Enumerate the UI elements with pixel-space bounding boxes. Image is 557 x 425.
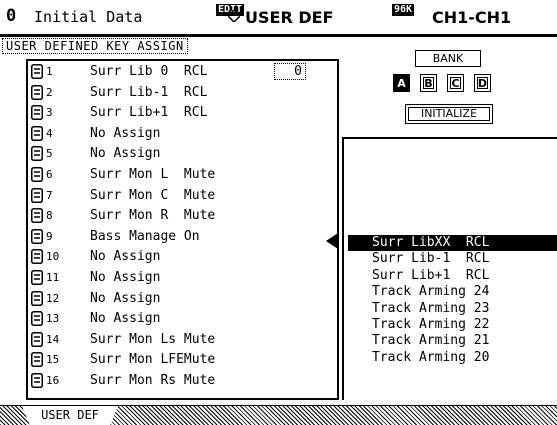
- assign-label: No Assign: [90, 270, 161, 285]
- document-icon: [31, 270, 43, 285]
- scene-title: Initial Data: [34, 8, 143, 26]
- function-list[interactable]: Surr LibXX RCL Surr Lib-1 RCL Surr Lib+1 R…: [342, 137, 557, 400]
- function-item[interactable]: Surr Lib+1 RCL: [348, 268, 557, 284]
- pointer-left-icon: [326, 233, 338, 249]
- assign-label: Surr Mon C Mute: [90, 187, 216, 203]
- assign-number: 4: [46, 126, 53, 140]
- function-item[interactable]: Track Arming 24: [348, 284, 557, 300]
- assign-label: Surr Lib 0 RCL: [90, 64, 208, 79]
- assign-label: Surr Mon Rs Mute: [90, 373, 216, 388]
- document-icon: [31, 84, 43, 100]
- bank-button-c[interactable]: C: [447, 74, 464, 92]
- assign-number: 15: [46, 353, 60, 367]
- document-icon: [31, 146, 43, 162]
- assign-label: No Assign: [90, 290, 161, 306]
- function-item[interactable]: Track Arming 23: [348, 301, 557, 317]
- key-assign-list: 1 Surr Lib 0 RCL 2 Surr Lib-1 RCL 3 Surr Lib+…: [26, 59, 339, 400]
- bank-button-b[interactable]: B: [420, 74, 437, 92]
- assign-number: 14: [46, 332, 60, 346]
- document-icon: [31, 167, 43, 182]
- document-icon: [31, 331, 43, 347]
- assign-label: Surr Lib+1 RCL: [90, 105, 208, 121]
- bank-label: BANK: [415, 50, 481, 67]
- assign-number: 9: [46, 229, 53, 243]
- assign-number: 2: [46, 85, 53, 99]
- section-label: USER DEFINED KEY ASSIGN: [2, 38, 188, 54]
- initialize-button[interactable]: INITIALIZE: [405, 104, 493, 124]
- document-icon: [31, 105, 43, 121]
- assign-label: No Assign: [90, 125, 161, 141]
- document-icon: [31, 373, 43, 388]
- assign-number: 1: [46, 65, 53, 78]
- header-bar: 0 Initial Data EDIT USER DEF 96K CH1-CH1: [0, 0, 557, 37]
- assign-label: No Assign: [90, 146, 161, 162]
- assign-label: Surr Mon R Mute: [90, 208, 216, 224]
- tab-divider: [0, 405, 557, 406]
- assign-label: Surr Lib-1 RCL: [90, 84, 208, 100]
- assign-label: Bass Manage On: [90, 228, 200, 244]
- assign-number: 13: [46, 312, 60, 326]
- assign-label: No Assign: [90, 311, 161, 327]
- function-item[interactable]: Track Arming 20: [348, 350, 557, 366]
- document-icon: [31, 64, 43, 79]
- assign-label: Surr Mon Ls Mute: [90, 331, 216, 347]
- bank-button-a[interactable]: A: [393, 74, 410, 92]
- document-icon: [31, 352, 43, 368]
- function-item[interactable]: Surr Lib-1 RCL: [348, 251, 557, 267]
- document-icon: [31, 187, 43, 203]
- assign-label: Surr Mon L Mute: [90, 167, 216, 182]
- assign-number: 11: [46, 271, 60, 284]
- assign-number: 10: [46, 250, 60, 264]
- page-title: USER DEF: [245, 8, 334, 27]
- assign-number: 3: [46, 106, 53, 120]
- bank-button-d[interactable]: D: [474, 74, 491, 92]
- function-item[interactable]: Track Arming 22: [348, 317, 557, 333]
- document-icon: [31, 228, 43, 244]
- assign-number: 8: [46, 209, 53, 223]
- channel-indicator: CH1-CH1: [432, 8, 512, 27]
- assign-number: 5: [46, 147, 53, 161]
- diamond-icon: [228, 10, 240, 22]
- assign-label: No Assign: [90, 249, 161, 265]
- document-icon: [31, 208, 43, 224]
- assign-number: 12: [46, 291, 60, 305]
- assign-number: 7: [46, 188, 53, 202]
- document-icon: [31, 125, 43, 141]
- assign-label: Surr Mon LFEMute: [90, 352, 216, 368]
- recall-number-box[interactable]: 0: [274, 63, 306, 80]
- scene-number: 0: [6, 6, 17, 26]
- tab-user-def[interactable]: USER DEF: [22, 406, 118, 425]
- assign-number: 6: [46, 168, 53, 181]
- document-icon: [31, 290, 43, 306]
- document-icon: [31, 311, 43, 327]
- sample-rate-badge: 96K: [392, 4, 415, 16]
- document-icon: [31, 249, 43, 265]
- function-item[interactable]: Surr LibXX RCL: [348, 235, 557, 251]
- assign-number: 16: [46, 374, 60, 387]
- function-item[interactable]: Track Arming 21: [348, 333, 557, 349]
